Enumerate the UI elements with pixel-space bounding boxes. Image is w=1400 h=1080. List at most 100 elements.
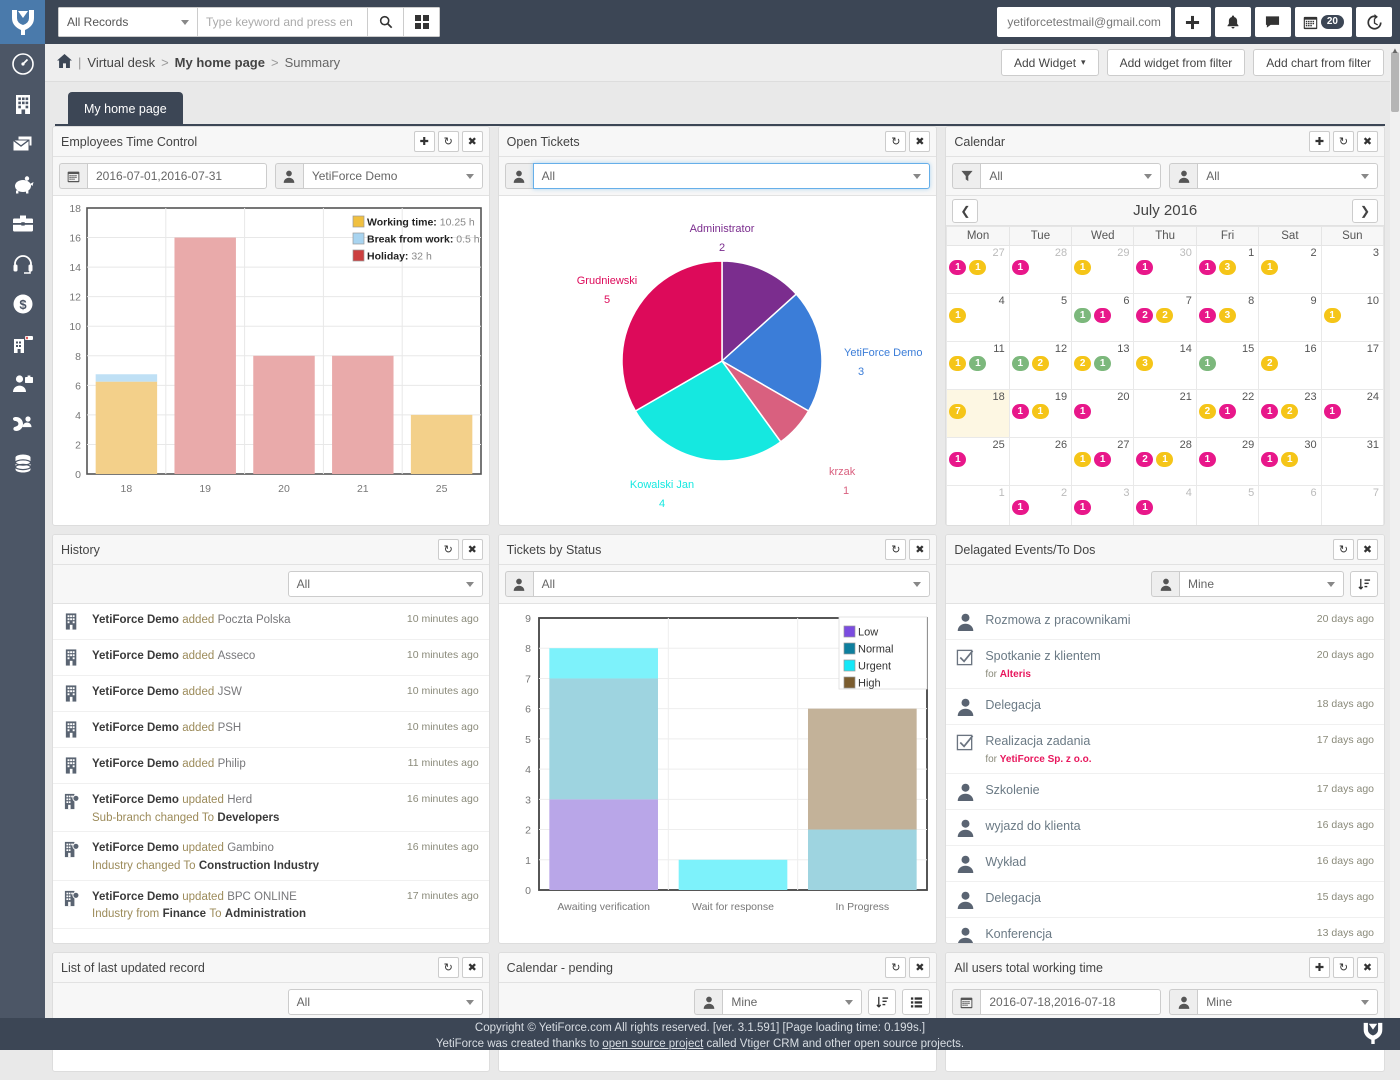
page-scrollbar-thumb[interactable] (1391, 52, 1399, 112)
calendar-event-badge[interactable]: 7 (949, 404, 966, 419)
calendar-day-cell[interactable]: 3 (1321, 246, 1383, 294)
calendar-day-cell[interactable]: 1212 (1009, 342, 1071, 390)
refresh-icon[interactable]: ↻ (885, 957, 906, 978)
calendar-event-badge[interactable]: 1 (969, 356, 986, 371)
delegated-event-row[interactable]: Realizacja zadaniafor YetiForce Sp. z o.… (946, 725, 1384, 774)
calendar-event-badge[interactable]: 1 (1199, 452, 1216, 467)
add-widget-from-filter-button[interactable]: Add widget from filter (1107, 49, 1246, 76)
delegated-owner-filter[interactable]: Mine (1179, 571, 1344, 597)
working-time-user-select[interactable]: Mine (1197, 989, 1378, 1015)
sidebar-item-dashboard[interactable] (0, 44, 45, 84)
history-target[interactable]: JSW (218, 686, 242, 698)
history-row[interactable]: YetiForce Demo updated HerdSub-branch ch… (53, 784, 489, 832)
calendar-event-badge[interactable]: 1 (1074, 308, 1091, 323)
chat-button[interactable] (1255, 7, 1291, 37)
calendar-day-cell[interactable]: 5 (1196, 486, 1258, 526)
refresh-icon[interactable]: ↻ (885, 131, 906, 152)
add-widget-button[interactable]: Add Widget ▾ (1001, 49, 1099, 76)
delegated-event-related-name[interactable]: Alteris (1000, 669, 1031, 680)
calendar-day-cell[interactable]: 21 (1259, 246, 1321, 294)
calendar-day-cell[interactable]: 143 (1134, 342, 1196, 390)
calendar-day-cell[interactable]: 1 (947, 486, 1009, 526)
calendar-day-cell[interactable]: 101 (1321, 294, 1383, 342)
calendar-event-badge[interactable]: 1 (1136, 500, 1153, 515)
delegated-event-row[interactable]: Konferencjafor Carbon13 days ago (946, 918, 1384, 943)
sort-desc-icon[interactable] (868, 989, 896, 1015)
history-filter-select[interactable]: All (288, 571, 483, 597)
history-target[interactable]: Poczta Polska (218, 614, 291, 626)
close-icon[interactable]: ✖ (462, 131, 483, 152)
last-updated-filter-select[interactable]: All (288, 989, 483, 1015)
calendar-event-badge[interactable]: 1 (949, 260, 966, 275)
delegated-event-row[interactable]: Spotkanie z klientemfor Alteris20 days a… (946, 640, 1384, 689)
sidebar-item-projects[interactable] (0, 204, 45, 244)
calendar-day-cell[interactable]: 201 (1072, 390, 1134, 438)
calendar-day-cell[interactable]: 722 (1134, 294, 1196, 342)
working-time-date-range[interactable]: 2016-07-18,2016-07-18 (980, 989, 1161, 1015)
user-select[interactable]: YetiForce Demo (303, 163, 483, 189)
history-target[interactable]: Gambino (227, 842, 274, 854)
calendar-day-cell[interactable]: 813 (1196, 294, 1258, 342)
calendar-event-badge[interactable]: 2 (1156, 308, 1173, 323)
refresh-icon[interactable]: ↻ (885, 539, 906, 560)
notifications-button[interactable] (1215, 7, 1251, 37)
close-icon[interactable]: ✖ (1357, 957, 1378, 978)
history-row[interactable]: YetiForce Demo added Poczta Polska10 min… (53, 604, 489, 640)
calendar-day-cell[interactable]: 187 (947, 390, 1009, 438)
refresh-icon[interactable]: ↻ (1333, 957, 1354, 978)
page-scrollbar-track[interactable] (1390, 44, 1400, 1050)
calendar-day-cell[interactable]: 2711 (1072, 438, 1134, 486)
calendar-day-cell[interactable]: 1911 (1009, 390, 1071, 438)
calendar-button[interactable]: 20 (1295, 7, 1352, 37)
calendar-event-badge[interactable]: 2 (1261, 356, 1278, 371)
calendar-next-button[interactable]: ❯ (1352, 199, 1378, 223)
calendar-event-badge[interactable]: 3 (1136, 356, 1153, 371)
calendar-event-badge[interactable]: 2 (1032, 356, 1049, 371)
calendar-event-badge[interactable]: 2 (1074, 356, 1091, 371)
sidebar-item-hr[interactable] (0, 364, 45, 404)
tab-my-home-page[interactable]: My home page (68, 92, 183, 126)
calendar-event-badge[interactable]: 3 (1219, 308, 1236, 323)
calendar-event-badge[interactable]: 1 (1261, 452, 1278, 467)
delegated-event-title[interactable]: Spotkanie z klientem (985, 649, 1100, 663)
sidebar-item-finances[interactable] (0, 164, 45, 204)
refresh-icon[interactable]: ↻ (438, 957, 459, 978)
calendar-day-cell[interactable]: 31 (1321, 438, 1383, 486)
delegated-event-title[interactable]: Rozmowa z pracownikami (985, 613, 1130, 627)
close-icon[interactable]: ✖ (1357, 539, 1378, 560)
sidebar-item-logistics[interactable] (0, 324, 45, 364)
calendar-day-cell[interactable]: 3011 (1259, 438, 1321, 486)
refresh-icon[interactable]: ↻ (1333, 539, 1354, 560)
recent-history-button[interactable] (1356, 7, 1392, 37)
calendar-user-filter[interactable]: All (1197, 163, 1378, 189)
calendar-day-cell[interactable]: 7 (1321, 486, 1383, 526)
calendar-event-badge[interactable]: 1 (1074, 260, 1091, 275)
calendar-day-cell[interactable]: 151 (1196, 342, 1258, 390)
owner-filter-select[interactable]: All (533, 163, 931, 189)
calendar-day-cell[interactable]: 2312 (1259, 390, 1321, 438)
delegated-event-title[interactable]: Delegacja (985, 891, 1041, 905)
calendar-day-cell[interactable]: 281 (1009, 246, 1071, 294)
history-target[interactable]: PSH (218, 722, 242, 734)
delegated-event-title[interactable]: wyjazd do klienta (985, 819, 1080, 833)
calendar-day-cell[interactable]: 1111 (947, 342, 1009, 390)
calendar-day-cell[interactable]: 113 (1196, 246, 1258, 294)
calendar-event-badge[interactable]: 1 (1199, 308, 1216, 323)
history-row[interactable]: YetiForce Demo added JSW10 minutes ago (53, 676, 489, 712)
calendar-event-badge[interactable]: 2 (1199, 404, 1216, 419)
calendar-day-cell[interactable]: 251 (947, 438, 1009, 486)
quick-create-button[interactable] (1175, 7, 1211, 37)
calendar-event-badge[interactable]: 1 (1156, 452, 1173, 467)
calendar-prev-button[interactable]: ❮ (952, 199, 978, 223)
calendar-event-badge[interactable]: 3 (1219, 260, 1236, 275)
calendar-day-cell[interactable]: 291 (1196, 438, 1258, 486)
calendar-event-badge[interactable]: 2 (1281, 404, 1298, 419)
calendar-day-cell[interactable]: 5 (1009, 294, 1071, 342)
delegated-event-title[interactable]: Konferencja (985, 927, 1052, 941)
history-target[interactable]: Herd (227, 794, 252, 806)
user-email-box[interactable]: yetiforcetestmail@gmail.com (997, 7, 1171, 37)
sidebar-item-database[interactable] (0, 444, 45, 484)
plus-icon[interactable]: ✚ (1309, 131, 1330, 152)
sidebar-item-support[interactable] (0, 244, 45, 284)
search-button[interactable] (368, 7, 404, 37)
